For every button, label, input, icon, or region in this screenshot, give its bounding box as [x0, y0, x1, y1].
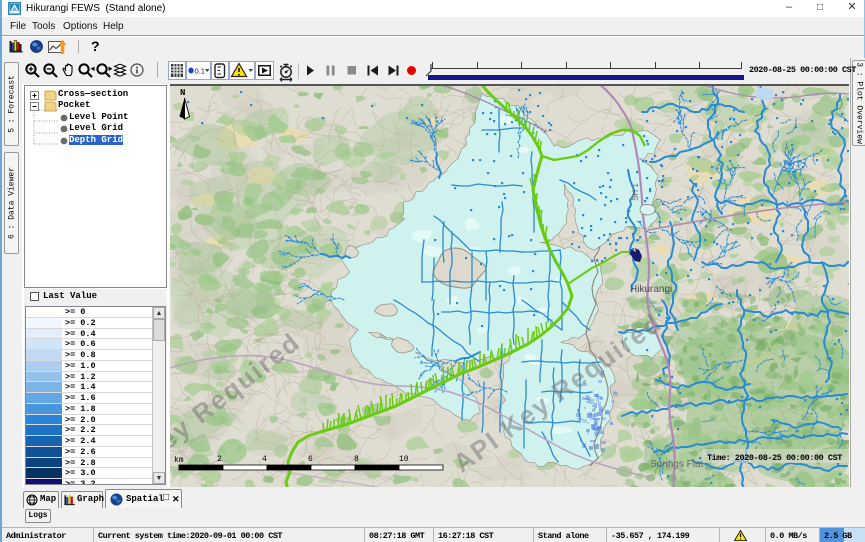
svg-text:8: 8: [354, 455, 359, 464]
svg-text:10: 10: [399, 455, 409, 464]
svg-text:Time: 2020-08-25 00:00:00 CST: Time: 2020-08-25 00:00:00 CST: [707, 453, 842, 463]
svg-text:2: 2: [217, 455, 222, 464]
svg-text:0.1: 0.1: [195, 67, 205, 76]
svg-text:Hikurangi: Hikurangi: [630, 284, 672, 295]
svg-text:6: 6: [308, 455, 313, 464]
svg-text:SH 1: SH 1: [631, 183, 640, 201]
svg-text:N: N: [180, 88, 185, 98]
svg-text:km: km: [174, 456, 184, 465]
svg-text:Springs Flat: Springs Flat: [650, 459, 704, 470]
svg-text:4: 4: [262, 455, 267, 464]
